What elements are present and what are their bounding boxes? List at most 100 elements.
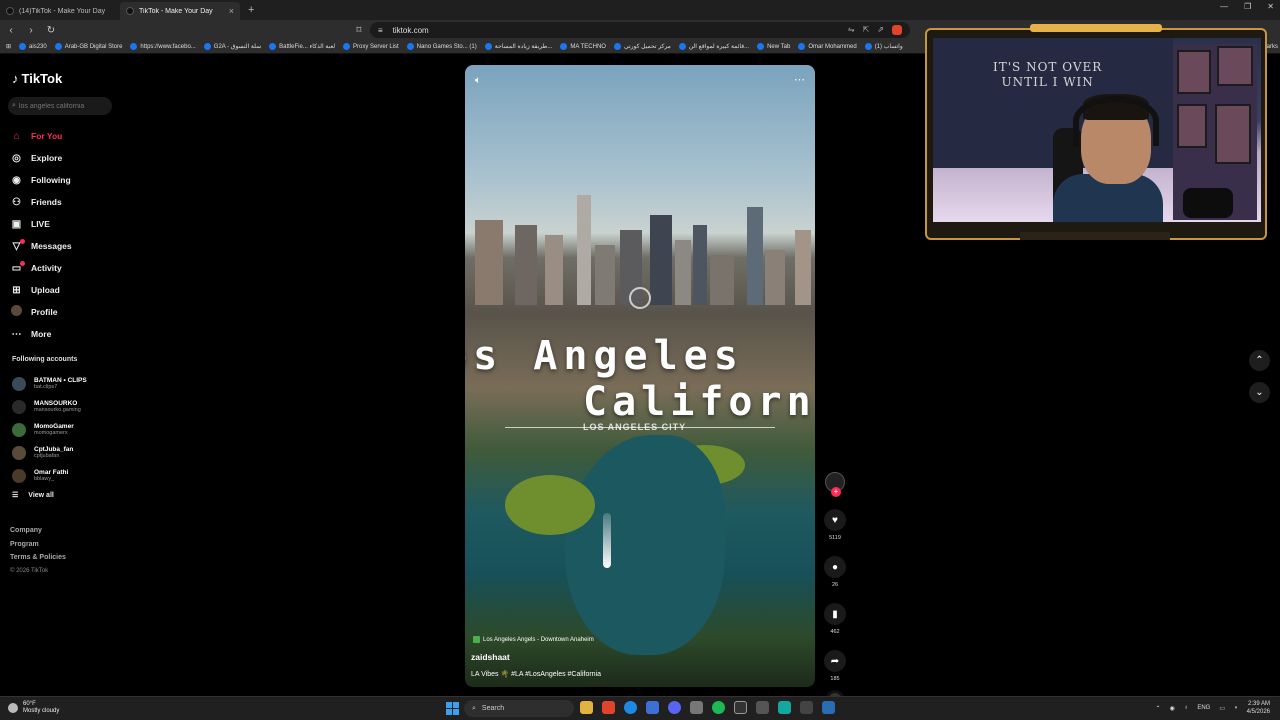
start-button[interactable] [446, 702, 459, 715]
save-button[interactable]: ▮ [824, 603, 846, 625]
bookmark-item[interactable]: https://www.facebo... [130, 43, 196, 50]
discord-icon[interactable] [668, 701, 681, 714]
all-bookmarks-link[interactable]: arks [1267, 44, 1278, 50]
video-player[interactable]: 🔈︎ ⋯ os Angeles California LOS ANGELES C… [465, 65, 815, 687]
display-icon[interactable]: ▭ [1219, 705, 1225, 712]
nav-item-upload[interactable]: ⊞ Upload [10, 279, 118, 301]
back-icon[interactable]: ‹ [6, 25, 16, 36]
site-info-icon[interactable]: ≡ [378, 26, 383, 35]
network-icon[interactable]: ◉ [1170, 705, 1175, 712]
forward-icon[interactable]: › [26, 25, 36, 36]
following-account[interactable]: Omar Fathi bblawy_ [12, 464, 118, 487]
poster-line-2: UNTIL I WIN [1001, 75, 1094, 89]
search-box[interactable]: ⌕ [8, 97, 112, 115]
minimize-icon[interactable]: — [1220, 2, 1228, 11]
language-indicator[interactable]: ENG [1197, 705, 1210, 711]
search-input[interactable] [18, 102, 105, 110]
footer-link-terms[interactable]: Terms & Policies [10, 551, 66, 565]
share-button[interactable]: ➦ [824, 650, 846, 672]
video-author[interactable]: zaidshaat [471, 652, 510, 662]
volume-icon[interactable]: 🔈︎ [475, 75, 481, 86]
bookmark-item[interactable]: Arab-GB Digital Store [54, 43, 122, 50]
following-account[interactable]: MomoGamer momogamerx [12, 418, 118, 441]
app-icon[interactable] [756, 701, 769, 714]
webcam-overlay: IT'S NOT OVER UNTIL I WIN [925, 28, 1267, 240]
open-external-icon[interactable]: ⇱ [863, 25, 870, 35]
more-options-icon[interactable]: ⋯ [794, 73, 805, 86]
steam-icon[interactable] [822, 701, 835, 714]
store-icon[interactable] [646, 701, 659, 714]
bookmark-item[interactable]: Omar Mohammed [798, 43, 857, 50]
spotify-icon[interactable] [712, 701, 725, 714]
bookmark-item[interactable]: ais230 [19, 43, 47, 50]
comment-button[interactable]: ● [824, 556, 846, 578]
sidebar-nav: ⌂ For You ◎ Explore ◉ Following ⚇ Friends ▣ LIVE ▽… [10, 125, 118, 345]
bookmark-item[interactable]: Nano Games Sto... (1) [406, 43, 477, 50]
taskbar-search[interactable]: ⌕ Search [464, 700, 574, 717]
nav-item-messages[interactable]: ▽ Messages [10, 235, 118, 257]
maximize-icon[interactable]: ❐ [1244, 2, 1251, 11]
footer-link-company[interactable]: Company [10, 524, 66, 538]
nav-item-profile[interactable]: Profile [10, 301, 118, 323]
tiktok-favicon-icon [126, 7, 134, 15]
bookmark-item[interactable]: طريقة زيادة المساحة... [484, 43, 552, 50]
following-account[interactable]: MANSOURKO mansourko.gaming [12, 395, 118, 418]
profile-avatar [10, 305, 23, 319]
volume-icon[interactable]: ◖ [1234, 705, 1238, 711]
address-bar[interactable]: ≡ tiktok.com ⇋ ⇱ ⇗ [370, 22, 910, 38]
nav-label: Explore [31, 153, 63, 163]
bookmark-item[interactable]: New Tab [757, 43, 790, 50]
weather-desc: Mostly cloudy [23, 708, 60, 714]
nav-item-live[interactable]: ▣ LIVE [10, 213, 118, 235]
bookmark-page-icon[interactable]: ⌑ [354, 25, 364, 36]
bookmark-item[interactable]: قائمة كبيرة لمواقع الن... [678, 43, 749, 50]
nav-item-explore[interactable]: ◎ Explore [10, 147, 118, 169]
edge-icon[interactable] [624, 701, 637, 714]
chevron-up-icon[interactable]: ⌃ [1156, 705, 1161, 712]
browser-tab[interactable]: (14)TikTok - Make Your Day [0, 2, 120, 20]
nav-label: More [31, 329, 52, 339]
creator-avatar[interactable]: + [825, 472, 845, 497]
nav-item-following[interactable]: ◉ Following [10, 169, 118, 191]
bookmark-item[interactable]: MA TECHNO [560, 43, 606, 50]
like-button[interactable]: ♥ [824, 509, 846, 531]
microphone-icon[interactable]: ♁ [1184, 705, 1189, 711]
browser-tab-active[interactable]: TikTok - Make Your Day × [120, 2, 240, 20]
footer-link-program[interactable]: Program [10, 538, 66, 552]
following-account[interactable]: CptJuba_fan cptjubafan [12, 441, 118, 464]
previous-video-button[interactable]: ⌃ [1249, 350, 1270, 371]
close-window-icon[interactable]: ✕ [1267, 2, 1274, 11]
tiktok-logo[interactable]: ♪ TikTok [12, 71, 62, 86]
following-account[interactable]: BATMAN • CLIPS bat.clips7 [12, 372, 118, 395]
next-video-button[interactable]: ⌄ [1249, 382, 1270, 403]
nav-item-friends[interactable]: ⚇ Friends [10, 191, 118, 213]
bookmark-item[interactable]: G2A - سلة التسوق [203, 43, 261, 50]
app-icon[interactable] [800, 701, 813, 714]
home-icon: ⌂ [13, 130, 20, 142]
nav-item-for-you[interactable]: ⌂ For You [10, 125, 118, 147]
bookmark-item[interactable]: Proxy Server List [343, 43, 399, 50]
weather-widget[interactable]: 60°F Mostly cloudy [8, 701, 59, 715]
app-icon[interactable] [778, 701, 791, 714]
bookmark-item[interactable]: مركز تحميل كورتي [613, 43, 671, 50]
translate-icon[interactable]: ⇋ [848, 25, 855, 35]
nav-item-activity[interactable]: ▭ Activity [10, 257, 118, 279]
file-explorer-icon[interactable] [580, 701, 593, 714]
brave-browser-icon[interactable] [602, 701, 615, 714]
clock[interactable]: 2:39 AM 4/5/2026 [1247, 700, 1270, 716]
nav-item-more[interactable]: ⋯ More [10, 323, 118, 345]
app-icon[interactable] [690, 701, 703, 714]
bookmark-favicon-icon [19, 43, 27, 50]
location-tag[interactable]: Los Angeles Angels - Downtown Anaheim [473, 636, 594, 643]
close-tab-icon[interactable]: × [229, 6, 234, 16]
bookmark-item[interactable]: (1) واتساب [864, 43, 903, 50]
new-tab-button[interactable]: + [248, 4, 254, 16]
obs-icon[interactable] [734, 701, 747, 714]
reload-icon[interactable]: ↻ [46, 25, 56, 36]
bookmark-item[interactable]: BattleFie... لعبة الذكاء [269, 43, 335, 50]
brave-shields-icon[interactable] [892, 25, 902, 35]
follow-plus-icon[interactable]: + [831, 487, 841, 497]
view-all-button[interactable]: ☰ View all [12, 487, 118, 503]
share-icon[interactable]: ⇗ [877, 25, 884, 35]
apps-grid-icon[interactable]: ⊞ [6, 43, 11, 50]
